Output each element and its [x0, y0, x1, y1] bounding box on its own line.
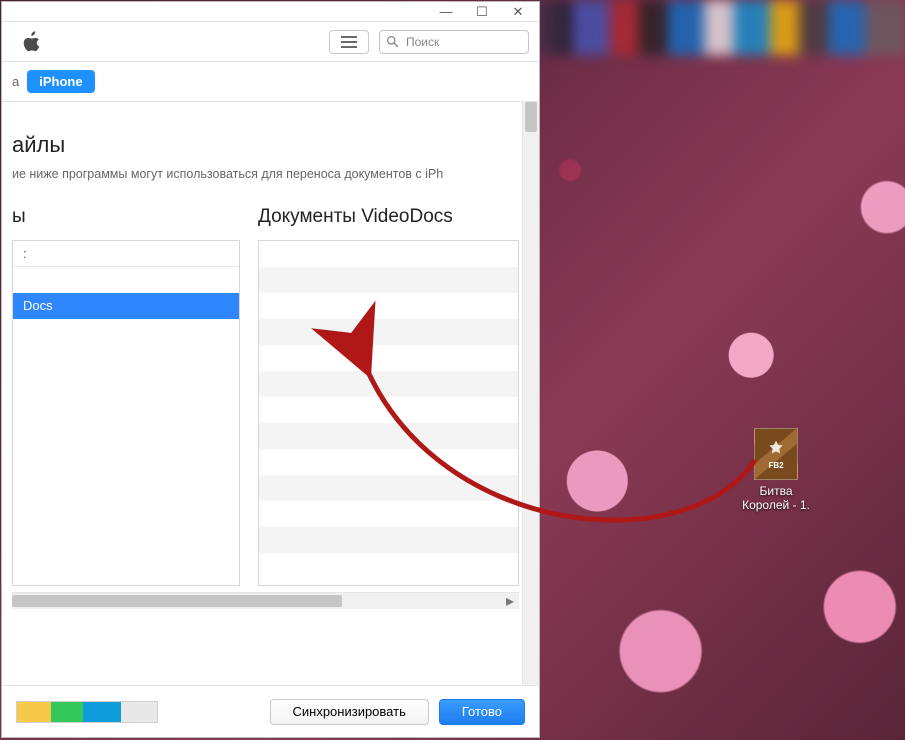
apps-column-title: ы — [12, 206, 240, 228]
list-item[interactable] — [259, 475, 518, 501]
fb2-file-icon: FB2 — [754, 428, 798, 480]
list-item[interactable] — [259, 267, 518, 293]
list-view-button[interactable] — [329, 30, 369, 54]
maximize-button[interactable]: ☐ — [465, 3, 499, 21]
storage-segment — [121, 702, 157, 722]
list-item[interactable] — [259, 501, 518, 527]
list-item[interactable] — [259, 293, 518, 319]
storage-segment — [83, 702, 121, 722]
section-hint: ие ниже программы могут использоваться д… — [12, 166, 539, 184]
horizontal-scroll-thumb[interactable] — [12, 595, 342, 607]
desktop-file[interactable]: FB2 Битва Королей - 1. — [736, 428, 816, 513]
file-badge-icon — [766, 439, 786, 459]
list-icon — [341, 36, 357, 48]
documents-column-title: Документы VideoDocs — [258, 206, 519, 228]
apps-list[interactable]: : Docs — [12, 240, 240, 586]
list-item[interactable] — [259, 553, 518, 579]
file-type-badge: FB2 — [768, 461, 783, 470]
storage-segment — [51, 702, 83, 722]
documents-list[interactable] — [258, 240, 519, 586]
file-label: Битва Королей - 1. — [736, 484, 816, 513]
search-input[interactable] — [379, 30, 529, 54]
list-item[interactable] — [13, 319, 239, 345]
list-item[interactable] — [259, 371, 518, 397]
close-button[interactable]: ✕ — [501, 3, 535, 21]
list-item[interactable] — [13, 345, 239, 371]
breadcrumb-row: а iPhone — [2, 62, 539, 102]
scroll-right-arrow[interactable]: ▸ — [503, 595, 517, 607]
apps-list-header: : — [13, 241, 239, 267]
minimize-button[interactable]: — — [429, 3, 463, 21]
footer: Синхронизировать Готово — [2, 685, 539, 737]
itunes-window: — ☐ ✕ а iPhone айлы ие ниже программы мо… — [1, 1, 540, 738]
list-item[interactable] — [259, 345, 518, 371]
list-item[interactable] — [259, 319, 518, 345]
titlebar: — ☐ ✕ — [2, 2, 539, 22]
list-item[interactable] — [13, 371, 239, 397]
list-item[interactable] — [13, 449, 239, 475]
list-item[interactable] — [13, 423, 239, 449]
list-item[interactable] — [13, 475, 239, 501]
apple-logo-icon — [20, 29, 42, 55]
list-item-selected[interactable]: Docs — [13, 293, 239, 319]
storage-usage-bar — [16, 701, 158, 723]
list-item[interactable] — [259, 241, 518, 267]
device-pill[interactable]: iPhone — [27, 70, 94, 93]
storage-segment — [17, 702, 51, 722]
list-item[interactable] — [259, 423, 518, 449]
horizontal-scrollbar[interactable]: ▸ — [12, 592, 519, 609]
content-body: айлы ие ниже программы могут использоват… — [2, 102, 539, 685]
background-taskbar — [540, 0, 905, 55]
done-button[interactable]: Готово — [439, 699, 525, 725]
section-title: айлы — [12, 132, 539, 158]
vertical-scrollbar[interactable] — [522, 102, 539, 685]
list-item[interactable] — [13, 397, 239, 423]
list-item[interactable] — [13, 501, 239, 527]
search-field-wrap — [379, 30, 529, 54]
list-item[interactable] — [259, 449, 518, 475]
toolbar — [2, 22, 539, 62]
list-item[interactable] — [259, 397, 518, 423]
list-item[interactable] — [259, 527, 518, 553]
file-sharing-panel: айлы ие ниже программы могут использоват… — [2, 102, 539, 685]
vertical-scroll-thumb[interactable] — [525, 102, 537, 132]
breadcrumb-prefix: а — [12, 74, 19, 89]
list-item[interactable] — [13, 267, 239, 293]
sync-button[interactable]: Синхронизировать — [270, 699, 429, 725]
list-item[interactable] — [13, 527, 239, 553]
